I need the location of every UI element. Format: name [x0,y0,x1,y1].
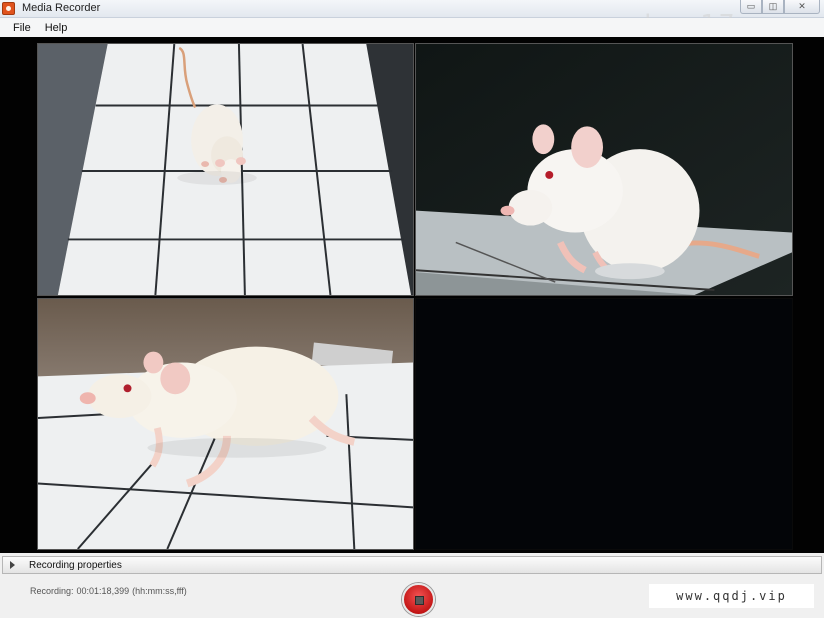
camera-feed-2[interactable] [415,43,793,296]
recording-status-label: Recording: [30,586,74,596]
camera-feed-1[interactable] [37,43,414,296]
feed-1-image [38,44,413,295]
menu-file[interactable]: File [6,22,38,34]
recording-time: 00:01:18,399 [76,586,130,596]
triangle-right-icon[interactable] [10,561,15,569]
watermark-bottom: www.qqdj.vip [649,584,814,608]
stop-recording-button[interactable] [402,583,435,616]
recording-status: Recording: 00:01:18,399 (hh:mm:ss,fff) [30,586,190,596]
menu-bar: File Help [0,18,824,37]
camera-feed-4[interactable] [415,298,793,550]
window-title: Media Recorder [22,2,101,14]
media-recorder-window: Media Recorder ▭ ◫ ✕ chem17.com File Hel… [0,0,824,618]
feed-2-image [416,44,792,295]
recording-properties-label: Recording properties [29,559,122,571]
feed-3-image [38,299,413,549]
recording-properties-bar[interactable]: Recording properties [2,556,822,574]
menu-help[interactable]: Help [38,22,75,34]
app-icon[interactable] [2,2,15,15]
video-grid [0,37,824,553]
stop-icon [415,596,424,605]
camera-feed-3[interactable] [37,298,414,550]
recording-time-format: (hh:mm:ss,fff) [132,586,187,596]
